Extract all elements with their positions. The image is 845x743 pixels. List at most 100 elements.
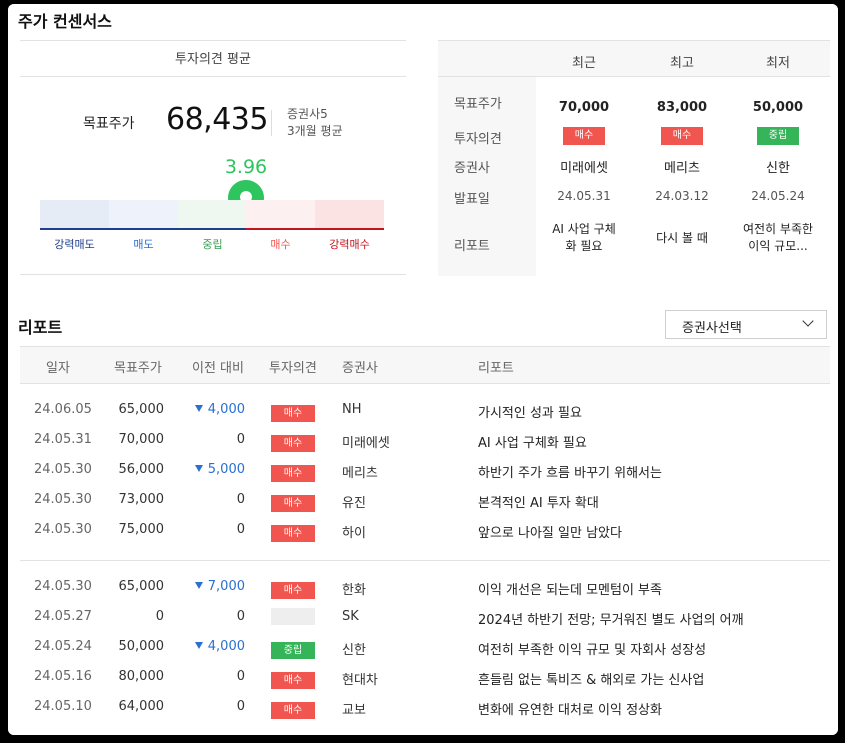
row-broker: 신한 [342, 643, 366, 658]
row-target-price: 65,000 [118, 402, 165, 417]
row-change-value: 0 [236, 492, 245, 507]
divider [20, 76, 406, 77]
row-date: 24.05.30 [34, 462, 92, 477]
row-change-value: 5,000 [207, 462, 245, 477]
row-report-link[interactable]: 본격적인 AI 투자 확대 [478, 492, 599, 511]
row-change: 5,000 [178, 462, 245, 477]
row-change-value: 4,000 [207, 402, 245, 417]
high-broker: 메리츠 [664, 161, 700, 176]
opinion-badge: 중립 [271, 642, 315, 659]
divider [20, 346, 830, 347]
row-broker: 한화 [342, 583, 366, 598]
row-date: 24.05.24 [34, 639, 92, 654]
recent-report-link[interactable]: AI 사업 구체 화 필요 [536, 220, 632, 254]
gauge-label-strong-buy: 강력매수 [329, 238, 370, 251]
opinion-badge: 매수 [271, 672, 315, 689]
low-price: 50,000 [752, 100, 804, 115]
low-broker: 신한 [766, 161, 790, 176]
th-target: 목표주가 [114, 361, 162, 376]
row-report-link[interactable]: 하반기 주가 흐름 바꾸기 위해서는 [478, 462, 662, 481]
report-line-2: 이익 규모... [748, 239, 808, 253]
row-report-link[interactable]: 이익 개선은 되는데 모멘텀이 부족 [478, 579, 662, 598]
row-broker: 하이 [342, 526, 366, 541]
th-report: 리포트 [478, 361, 514, 376]
gauge-label-neutral: 중립 [202, 238, 223, 251]
report-line-1: 다시 볼 때 [656, 231, 708, 245]
row-date: 24.05.27 [34, 609, 92, 624]
row-date: 24.05.30 [34, 579, 92, 594]
row-change: 0 [178, 699, 245, 714]
row-change: 0 [178, 609, 245, 624]
row-broker: SK [342, 609, 359, 624]
row-change-value: 0 [236, 609, 245, 624]
row-change: 0 [178, 432, 245, 447]
row-broker: NH [342, 402, 362, 417]
row-report-link[interactable]: 변화에 유연한 대처로 이익 정상화 [478, 699, 662, 718]
report-title: 리포트 [18, 318, 63, 337]
row-change-value: 0 [236, 669, 245, 684]
row-change-value: 7,000 [207, 579, 245, 594]
gauge-label-sell: 매도 [133, 238, 154, 251]
separator [271, 110, 272, 136]
low-date: 24.05.24 [751, 189, 805, 203]
row-broker: 현대차 [342, 673, 378, 688]
th-opinion: 투자의견 [269, 361, 317, 376]
high-price: 83,000 [656, 100, 708, 115]
row-change: 7,000 [178, 579, 245, 594]
row-target-price: 80,000 [118, 669, 165, 684]
row-label-target: 목표주가 [454, 97, 502, 112]
row-target-price: 65,000 [118, 579, 165, 594]
gauge-label-strong-sell: 강력매도 [54, 238, 95, 251]
down-triangle-icon [194, 465, 203, 472]
target-price-label: 목표주가 [83, 116, 135, 132]
low-report-link[interactable]: 여전히 부족한 이익 규모... [730, 220, 826, 254]
row-change-value: 0 [236, 522, 245, 537]
row-report-link[interactable]: 흔들림 없는 톡비즈 & 해외로 가는 신사업 [478, 669, 704, 688]
row-target-price: 64,000 [118, 699, 165, 714]
chevron-down-icon [802, 315, 814, 327]
report-line-1: 여전히 부족한 [742, 222, 814, 236]
avg-header: 투자의견 평균 [175, 52, 251, 67]
opinion-badge: 매수 [271, 525, 315, 542]
opinion-badge [271, 608, 315, 625]
opinion-badge: 매수 [271, 405, 315, 422]
broker-select[interactable]: 증권사선택 [665, 310, 827, 339]
row-target-price: 0 [155, 609, 164, 624]
consensus-panel: 주가 컨센서스 투자의견 평균 목표주가 68,435 증권사5 3개월 평균 … [8, 4, 838, 735]
down-triangle-icon [194, 642, 203, 649]
opinion-badge: 매수 [271, 702, 315, 719]
gauge-buy [246, 200, 315, 229]
divider [438, 40, 830, 41]
target-price-value: 68,435 [166, 102, 268, 137]
report-line-2: 화 필요 [565, 239, 603, 253]
recent-date: 24.05.31 [557, 189, 611, 203]
row-report-link[interactable]: AI 사업 구체화 필요 [478, 432, 587, 451]
opinion-score: 3.96 [224, 156, 268, 178]
col-low: 최저 [766, 56, 790, 71]
row-report-link[interactable]: 가시적인 성과 필요 [478, 402, 582, 421]
row-label-broker: 증권사 [454, 161, 490, 176]
row-report-link[interactable]: 앞으로 나아질 일만 남았다 [478, 522, 622, 541]
row-broker: 교보 [342, 703, 366, 718]
divider [20, 274, 406, 275]
row-change: 4,000 [178, 639, 245, 654]
row-date: 24.06.05 [34, 402, 92, 417]
gauge-neutral [178, 200, 246, 229]
row-broker: 메리츠 [342, 466, 378, 481]
row-label-report: 리포트 [454, 239, 490, 254]
broker-select-label: 증권사선택 [682, 321, 742, 336]
report-line-1: AI 사업 구체 [552, 222, 616, 236]
gauge-strong-sell [40, 200, 109, 229]
row-report-link[interactable]: 2024년 하반기 전망; 무거워진 별도 사업의 어깨 [478, 609, 744, 628]
row-change: 0 [178, 522, 245, 537]
row-report-link[interactable]: 여전히 부족한 이익 규모 및 자회사 성장성 [478, 639, 706, 658]
row-target-price: 56,000 [118, 462, 165, 477]
col-recent: 최근 [572, 56, 596, 71]
divider [438, 76, 830, 77]
opinion-badge: 매수 [563, 127, 605, 145]
high-report-link[interactable]: 다시 볼 때 [634, 229, 730, 246]
row-label-opinion: 투자의견 [454, 132, 502, 147]
divider [20, 383, 830, 384]
opinion-badge: 매수 [271, 582, 315, 599]
divider [20, 560, 830, 561]
